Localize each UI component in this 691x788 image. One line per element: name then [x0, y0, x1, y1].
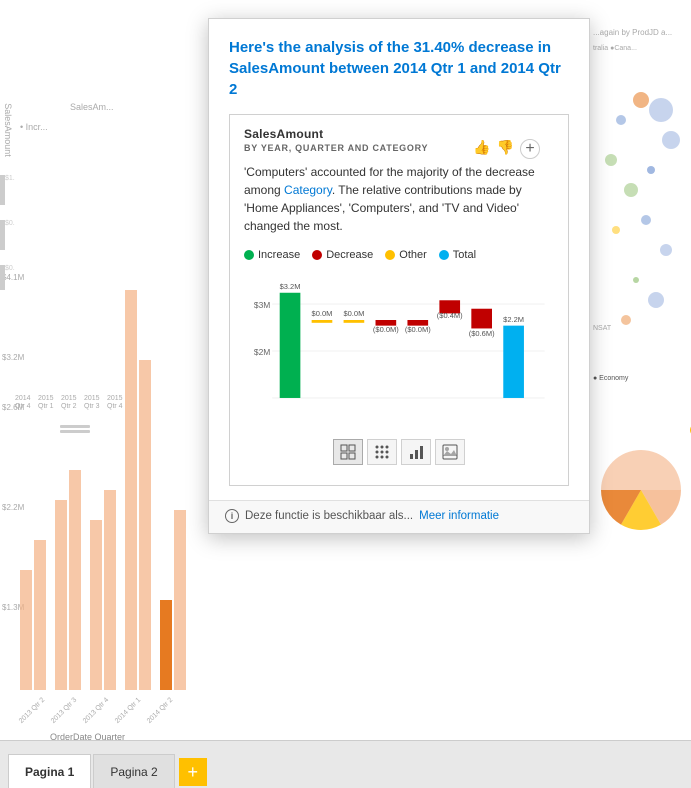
bottom-tabs: Pagina 1 Pagina 2 +: [0, 740, 691, 788]
waterfall-chart: $3M $2M $3.2M $0.0M $0.0M: [244, 271, 554, 431]
add-icon[interactable]: +: [520, 139, 540, 159]
svg-text:2013 Qtr 2: 2013 Qtr 2: [18, 696, 46, 724]
legend-total: Total: [439, 249, 476, 261]
svg-text:($0.0M): ($0.0M): [373, 325, 399, 334]
svg-text:$0.: $0.: [5, 265, 15, 272]
svg-text:2013 Qtr 3: 2013 Qtr 3: [50, 696, 78, 724]
svg-text:● Economy: ● Economy: [593, 375, 629, 382]
svg-text:$2.2M: $2.2M: [2, 503, 25, 512]
chart-view-buttons: [244, 439, 554, 465]
svg-text:($0.6M): ($0.6M): [469, 329, 495, 338]
add-tab-button[interactable]: +: [179, 758, 207, 786]
svg-text:2015: 2015: [61, 395, 77, 402]
svg-text:$2M: $2M: [254, 347, 270, 357]
popup-header: Here's the analysis of the 31.40% decrea…: [209, 19, 589, 114]
popup-title: Here's the analysis of the 31.40% decrea…: [229, 37, 569, 100]
meer-informatie-link[interactable]: Meer informatie: [419, 510, 499, 522]
increase-dot: [244, 250, 254, 260]
bg-left-chart: SalesAm... $4.1M $3.2M $2.6M $2.2M $1.3M…: [0, 80, 210, 740]
svg-text:2014: 2014: [15, 395, 31, 402]
bg-right-chart: ...again by ProdJD a... tralia ●Cana... …: [591, 20, 691, 600]
svg-text:$0.: $0.: [5, 220, 15, 227]
svg-text:2015: 2015: [107, 395, 123, 402]
inner-card-header-row: SalesAmount BY YEAR, QUARTER AND CATEGOR…: [244, 127, 554, 153]
svg-text:$0.0M: $0.0M: [343, 309, 364, 318]
thumbs-down-icon[interactable]: 👎: [497, 139, 514, 159]
svg-text:OrderDate Quarter: OrderDate Quarter: [50, 732, 125, 740]
inner-analysis-card: SalesAmount BY YEAR, QUARTER AND CATEGOR…: [229, 114, 569, 486]
svg-text:$3.2M: $3.2M: [280, 282, 301, 291]
view-btn-table[interactable]: [333, 439, 363, 465]
svg-text:$3M: $3M: [254, 300, 270, 310]
svg-text:NSAT: NSAT: [593, 325, 612, 332]
popup-footer: i Deze functie is beschikbaar als... Mee…: [209, 500, 589, 533]
view-btn-bar[interactable]: [401, 439, 431, 465]
legend-increase: Increase: [244, 249, 300, 261]
svg-text:...again by ProdJD a...: ...again by ProdJD a...: [593, 28, 672, 37]
tab-pagina-2[interactable]: Pagina 2: [93, 754, 174, 788]
other-dot: [385, 250, 395, 260]
footer-text: Deze functie is beschikbaar als...: [245, 510, 413, 522]
category-link[interactable]: Category: [284, 183, 332, 197]
svg-text:2015: 2015: [84, 395, 100, 402]
chart-svg: $3M $2M $3.2M $0.0M $0.0M: [244, 271, 554, 431]
svg-text:$3.2M: $3.2M: [2, 353, 25, 362]
legend-other: Other: [385, 249, 427, 261]
legend-increase-label: Increase: [258, 249, 300, 261]
svg-text:SalesAmount: SalesAmount: [3, 103, 13, 157]
svg-text:2014 Qtr 1: 2014 Qtr 1: [114, 696, 142, 724]
thumbs-up-icon[interactable]: 👍: [473, 139, 490, 159]
svg-text:($0.4M): ($0.4M): [437, 311, 463, 320]
svg-text:SalesAm...: SalesAm...: [70, 102, 114, 112]
legend-other-label: Other: [399, 249, 427, 261]
legend-decrease: Decrease: [312, 249, 373, 261]
legend-decrease-label: Decrease: [326, 249, 373, 261]
svg-text:$4.1M: $4.1M: [2, 273, 25, 282]
popup-card: Here's the analysis of the 31.40% decrea…: [208, 18, 590, 534]
svg-text:$1.: $1.: [5, 175, 15, 182]
svg-text:Qtr 2: Qtr 2: [61, 403, 77, 410]
tab-pagina-1[interactable]: Pagina 1: [8, 754, 91, 788]
total-dot: [439, 250, 449, 260]
svg-text:$2.2M: $2.2M: [503, 315, 524, 324]
chart-legend: Increase Decrease Other Total: [244, 249, 554, 261]
svg-text:Qtr 4: Qtr 4: [15, 403, 31, 410]
svg-text:Qtr 3: Qtr 3: [84, 403, 100, 410]
view-btn-dots[interactable]: [367, 439, 397, 465]
svg-text:Qtr 4: Qtr 4: [107, 403, 123, 410]
inner-card-icons: 👍 👎 +: [473, 139, 540, 159]
svg-text:Qtr 1: Qtr 1: [38, 403, 54, 410]
inner-card-description: 'Computers' accounted for the majority o…: [244, 163, 554, 235]
svg-text:2014 Qtr 2: 2014 Qtr 2: [146, 696, 174, 724]
svg-text:2013 Qtr 4: 2013 Qtr 4: [82, 696, 110, 724]
decrease-dot: [312, 250, 322, 260]
svg-text:($0.0M): ($0.0M): [405, 325, 431, 334]
svg-text:• Incr...: • Incr...: [20, 122, 48, 132]
legend-total-label: Total: [453, 249, 476, 261]
svg-text:2015: 2015: [38, 395, 54, 402]
view-btn-image[interactable]: [435, 439, 465, 465]
info-icon: i: [225, 509, 239, 523]
svg-text:$0.0M: $0.0M: [312, 309, 333, 318]
svg-text:tralia ●Cana...: tralia ●Cana...: [593, 45, 637, 52]
